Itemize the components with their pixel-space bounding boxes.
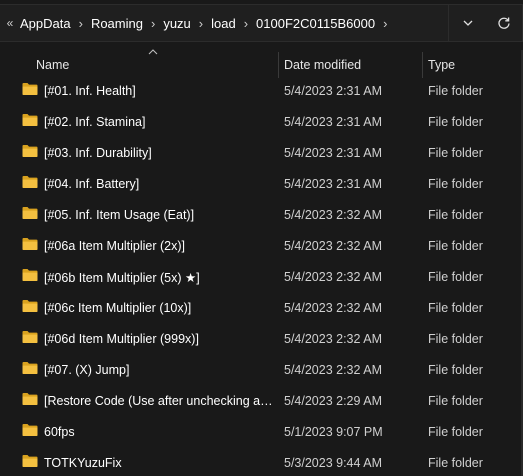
chevron-right-icon[interactable]: › [379, 16, 391, 31]
list-item[interactable]: [#03. Inf. Durability] 5/4/2023 2:31 AM … [0, 137, 523, 168]
chevron-right-icon[interactable]: › [75, 16, 87, 31]
item-date-modified: 5/4/2023 2:32 AM [284, 363, 382, 377]
address-history-dropdown-button[interactable] [449, 4, 486, 42]
item-date-modified: 5/4/2023 2:31 AM [284, 177, 382, 191]
column-header-name[interactable]: Name [36, 58, 69, 72]
list-item[interactable]: [#06d Item Multiplier (999x)] 5/4/2023 2… [0, 323, 523, 354]
file-list: [#01. Inf. Health] 5/4/2023 2:31 AM File… [0, 75, 523, 476]
refresh-button[interactable] [486, 4, 523, 42]
column-header-type[interactable]: Type [428, 58, 455, 72]
file-explorer-window: « AppData › Roaming › yuzu › load › 0100… [0, 0, 523, 476]
list-item[interactable]: [#04. Inf. Battery] 5/4/2023 2:31 AM Fil… [0, 168, 523, 199]
breadcrumb-roaming[interactable]: Roaming [87, 16, 147, 31]
double-chevron-left-icon[interactable]: « [4, 16, 16, 30]
item-type: File folder [428, 177, 483, 191]
list-item[interactable]: [#05. Inf. Item Usage (Eat)] 5/4/2023 2:… [0, 199, 523, 230]
item-name: [#06c Item Multiplier (10x)] [44, 301, 192, 315]
item-type: File folder [428, 301, 483, 315]
folder-icon [22, 300, 38, 312]
folder-icon [22, 176, 38, 188]
chevron-right-icon[interactable]: › [147, 16, 159, 31]
item-name: [#07. (X) Jump] [44, 363, 130, 377]
address-bar: « AppData › Roaming › yuzu › load › 0100… [0, 4, 523, 42]
item-name: [#01. Inf. Health] [44, 84, 136, 98]
item-date-modified: 5/4/2023 2:32 AM [284, 239, 382, 253]
list-item[interactable]: TOTKYuzuFix 5/3/2023 9:44 AM File folder [0, 447, 523, 476]
folder-icon [22, 424, 38, 436]
item-name: [#05. Inf. Item Usage (Eat)] [44, 208, 195, 222]
item-date-modified: 5/4/2023 2:32 AM [284, 332, 382, 346]
item-date-modified: 5/4/2023 2:32 AM [284, 301, 382, 315]
item-type: File folder [428, 425, 483, 439]
item-type: File folder [428, 146, 483, 160]
item-name: [#02. Inf. Stamina] [44, 115, 146, 129]
breadcrumb[interactable]: « AppData › Roaming › yuzu › load › 0100… [0, 4, 449, 42]
folder-icon [22, 393, 38, 405]
item-date-modified: 5/4/2023 2:32 AM [284, 208, 382, 222]
chevron-down-icon [463, 20, 472, 26]
item-type: File folder [428, 115, 483, 129]
list-item[interactable]: [#06a Item Multiplier (2x)] 5/4/2023 2:3… [0, 230, 523, 261]
item-type: File folder [428, 270, 483, 284]
item-date-modified: 5/4/2023 2:31 AM [284, 115, 382, 129]
item-name: [#06b Item Multiplier (5x) ★] [44, 271, 200, 285]
breadcrumb-appdata[interactable]: AppData [16, 16, 75, 31]
breadcrumb-title-id[interactable]: 0100F2C0115B6000 [252, 16, 379, 31]
folder-icon [22, 331, 38, 343]
list-item[interactable]: 60fps 5/1/2023 9:07 PM File folder [0, 416, 523, 447]
item-name: TOTKYuzuFix [44, 456, 122, 470]
list-item[interactable]: [#06c Item Multiplier (10x)] 5/4/2023 2:… [0, 292, 523, 323]
item-date-modified: 5/3/2023 9:44 AM [284, 456, 382, 470]
item-date-modified: 5/1/2023 9:07 PM [284, 425, 383, 439]
item-name: 60fps [44, 425, 75, 439]
item-date-modified: 5/4/2023 2:31 AM [284, 146, 382, 160]
item-date-modified: 5/4/2023 2:31 AM [284, 84, 382, 98]
item-type: File folder [428, 208, 483, 222]
chevron-right-icon[interactable]: › [240, 16, 252, 31]
folder-icon [22, 238, 38, 250]
item-name: [#06d Item Multiplier (999x)] [44, 332, 199, 346]
folder-icon [22, 455, 38, 467]
folder-icon [22, 114, 38, 126]
item-type: File folder [428, 456, 483, 470]
list-item[interactable]: [#06b Item Multiplier (5x) ★] 5/4/2023 2… [0, 261, 523, 292]
breadcrumb-yuzu[interactable]: yuzu [159, 16, 194, 31]
list-item[interactable]: [#02. Inf. Stamina] 5/4/2023 2:31 AM Fil… [0, 106, 523, 137]
list-item[interactable]: [#01. Inf. Health] 5/4/2023 2:31 AM File… [0, 75, 523, 106]
list-item[interactable]: [#07. (X) Jump] 5/4/2023 2:32 AM File fo… [0, 354, 523, 385]
item-type: File folder [428, 239, 483, 253]
breadcrumb-load[interactable]: load [207, 16, 240, 31]
item-type: File folder [428, 84, 483, 98]
folder-icon [22, 83, 38, 95]
item-name: [#03. Inf. Durability] [44, 146, 152, 160]
folder-icon [22, 207, 38, 219]
folder-icon [22, 269, 38, 281]
column-headers: Name Date modified Type [0, 48, 523, 78]
chevron-right-icon[interactable]: › [195, 16, 207, 31]
item-type: File folder [428, 332, 483, 346]
refresh-icon [498, 17, 510, 29]
column-header-date-modified[interactable]: Date modified [284, 58, 361, 72]
item-type: File folder [428, 363, 483, 377]
item-name: [Restore Code (Use after unchecking any … [44, 394, 274, 408]
folder-icon [22, 145, 38, 157]
item-date-modified: 5/4/2023 2:32 AM [284, 270, 382, 284]
item-date-modified: 5/4/2023 2:29 AM [284, 394, 382, 408]
item-name: [#04. Inf. Battery] [44, 177, 140, 191]
list-item[interactable]: [Restore Code (Use after unchecking any … [0, 385, 523, 416]
item-type: File folder [428, 394, 483, 408]
folder-icon [22, 362, 38, 374]
sort-up-icon[interactable] [148, 48, 158, 56]
item-name: [#06a Item Multiplier (2x)] [44, 239, 186, 253]
